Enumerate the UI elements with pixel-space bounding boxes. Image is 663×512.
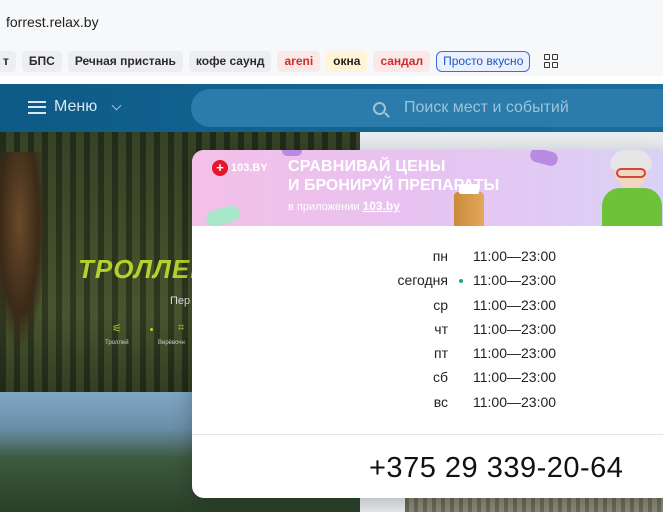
bookmarks-bar: т БПС Речная пристань кофе саунд areni о…: [0, 46, 663, 76]
bookmark-bps[interactable]: БПС: [21, 50, 62, 72]
hero-subtitle: Пер: [170, 295, 191, 307]
pill-icon: [528, 150, 560, 168]
menu-button[interactable]: Меню: [28, 98, 122, 116]
forest-photo: [405, 498, 663, 512]
medicine-bottle-icon: [454, 184, 484, 226]
grandma-illustration: [602, 150, 662, 226]
ad-headline-1: СРАВНИВАЙ ЦЕНЫ: [288, 158, 446, 175]
zipline-icon: ⚟: [112, 323, 122, 335]
hero-label-rope: Верёвочн: [158, 340, 185, 346]
time-range: 11:00—23:00: [473, 296, 557, 313]
bookmark-okna[interactable]: окна: [326, 50, 368, 72]
opening-hours: пн 11:00—23:00 сегодня 11:00—23:00 ср 11…: [192, 246, 663, 416]
ad-logo: + 103.BY: [212, 160, 268, 176]
ad-sub-prefix: в приложении: [288, 201, 363, 213]
hours-row-today: сегодня 11:00—23:00: [192, 270, 663, 294]
day-label: пн: [432, 248, 448, 264]
day-label: сб: [432, 369, 448, 386]
hero-label-trolley: Троллей: [105, 340, 129, 346]
plus-icon: +: [212, 160, 228, 176]
search-input[interactable]: Поиск мест и событий: [191, 89, 663, 127]
time-range: 11:00—23:00: [473, 393, 557, 410]
hours-row: чт 11:00—23:00: [192, 319, 663, 343]
address-bar[interactable]: forrest.relax.by: [0, 0, 663, 46]
day-label: чт: [434, 320, 448, 337]
hours-popup: + 103.BY СРАВНИВАЙ ЦЕНЫ И БРОНИРУЙ ПРЕПА…: [192, 150, 663, 498]
time-range: 11:00—23:00: [473, 345, 557, 362]
divider: [192, 434, 663, 435]
time-range: 11:00—23:00: [473, 320, 557, 337]
chevron-down-icon: [111, 100, 122, 110]
today-dot-icon: [459, 279, 463, 284]
time-range: 11:00—23:00: [473, 272, 557, 289]
hero-title: ТРОЛЛЕЙ: [78, 254, 210, 284]
site-header: Меню Поиск мест и событий: [0, 84, 663, 132]
apps-grid-icon[interactable]: [544, 54, 559, 68]
url-text[interactable]: forrest.relax.by: [6, 14, 99, 30]
day-label: ср: [433, 296, 448, 313]
ad-subtext: в приложении 103.by: [288, 199, 400, 213]
hero-dot: [150, 328, 153, 331]
bookmark-prosto-vkusno[interactable]: Просто вкусно: [436, 50, 531, 72]
bookmark-sandal[interactable]: сандал: [373, 50, 431, 72]
hours-row: пт 11:00—23:00: [192, 343, 663, 367]
hours-row: сб 11:00—23:00: [192, 367, 663, 391]
bookmark-rechnaya-pristan[interactable]: Речная пристань: [67, 50, 183, 72]
bookmark-kofe-saund[interactable]: кофе саунд: [188, 50, 272, 72]
rope-icon: ⌗: [178, 322, 185, 334]
ad-banner-103by[interactable]: + 103.BY СРАВНИВАЙ ЦЕНЫ И БРОНИРУЙ ПРЕПА…: [192, 150, 663, 226]
climber-image: [0, 152, 47, 352]
bookmark-partial[interactable]: т: [0, 50, 16, 72]
day-label: сегодня: [397, 272, 448, 289]
hamburger-icon: [28, 100, 46, 114]
menu-label: Меню: [54, 98, 98, 115]
bookmark-areni[interactable]: areni: [277, 50, 321, 72]
day-label: вс: [433, 393, 448, 410]
time-range: 11:00—23:00: [473, 248, 557, 264]
ad-sub-link: 103.by: [362, 199, 400, 213]
phone-number-link[interactable]: +375 29 339-20-64: [369, 452, 623, 485]
ad-brand: 103.BY: [231, 162, 268, 174]
hours-row: вс 11:00—23:00: [192, 392, 663, 416]
hours-row: пн 11:00—23:00: [192, 246, 663, 270]
pill-icon: [282, 150, 302, 156]
pill-icon: [204, 203, 242, 226]
day-label: пт: [434, 345, 448, 362]
search-icon: [373, 101, 386, 115]
time-range: 11:00—23:00: [473, 369, 557, 386]
search-placeholder: Поиск мест и событий: [404, 99, 569, 116]
hours-row: ср 11:00—23:00: [192, 295, 663, 319]
